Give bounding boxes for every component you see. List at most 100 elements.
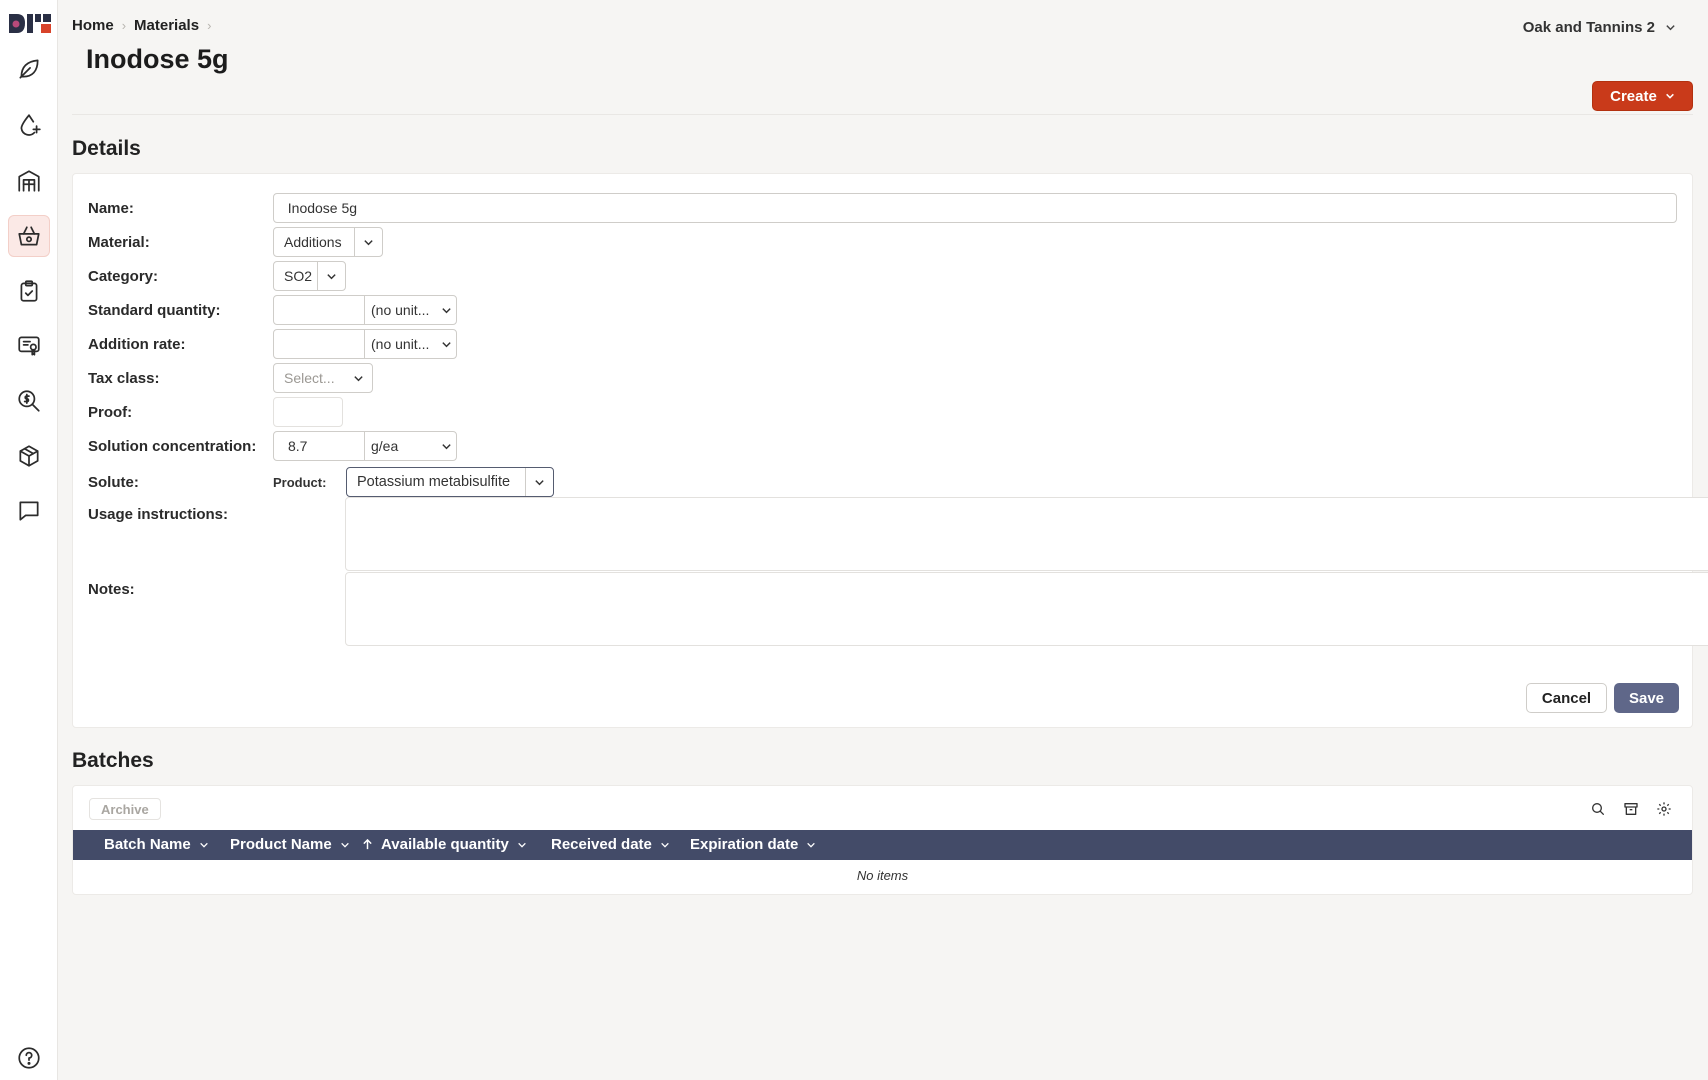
category-label: Category: xyxy=(88,267,159,285)
addition-rate-row: Addition rate: (no unit... xyxy=(88,329,1677,359)
solution-concentration-combo: 8.7 g/ea xyxy=(273,431,457,461)
column-received-date[interactable]: Received date xyxy=(551,836,670,853)
solution-concentration-input[interactable]: 8.7 xyxy=(273,431,365,461)
name-row: Name: Inodose 5g xyxy=(88,193,1677,223)
solution-concentration-unit-select[interactable]: g/ea xyxy=(364,431,457,461)
tax-class-label: Tax class: xyxy=(88,369,160,387)
nav-messages[interactable] xyxy=(8,490,50,532)
nav-materials[interactable] xyxy=(8,215,50,257)
breadcrumb: Home › Materials › xyxy=(72,17,211,34)
nav-tasks[interactable] xyxy=(8,270,50,312)
basket-icon xyxy=(18,226,40,246)
chevron-down-icon xyxy=(525,468,553,496)
material-value: Additions xyxy=(284,234,342,250)
solution-concentration-row: Solution concentration: 8.7 g/ea xyxy=(88,431,1677,461)
notes-label: Notes: xyxy=(88,581,135,598)
chevron-down-icon xyxy=(436,432,456,460)
batches-table-header: Batch Name Product Name Available quanti… xyxy=(73,830,1692,860)
column-expiration-date[interactable]: Expiration date xyxy=(690,836,816,853)
chevron-down-icon xyxy=(340,842,349,848)
nav-inventory[interactable] xyxy=(8,435,50,477)
cancel-button[interactable]: Cancel xyxy=(1526,683,1607,713)
material-row: Material: Additions xyxy=(88,227,1677,257)
empty-state: No items xyxy=(856,868,909,883)
app-logo[interactable] xyxy=(9,12,53,36)
tax-class-placeholder: Select... xyxy=(284,370,335,386)
certificate-icon xyxy=(18,336,40,356)
column-available-quantity[interactable]: Available quantity xyxy=(362,836,527,853)
chevron-down-icon xyxy=(518,842,526,848)
column-batch-name[interactable]: Batch Name xyxy=(104,836,209,853)
column-batch-name-label: Batch Name xyxy=(104,836,191,853)
standard-quantity-unit: (no unit... xyxy=(371,302,430,318)
notes-textarea[interactable] xyxy=(345,572,1708,646)
chevron-down-icon xyxy=(807,842,816,848)
org-switcher[interactable]: Oak and Tannins 2 xyxy=(1523,19,1676,36)
category-value: SO2 xyxy=(284,268,313,284)
standard-quantity-input[interactable] xyxy=(273,295,365,325)
solution-concentration-label: Solution concentration: xyxy=(88,437,257,455)
sidebar xyxy=(0,0,58,1080)
standard-quantity-combo: (no unit... xyxy=(273,295,457,325)
solute-row: Solute: Product: Potassium metabisulfite xyxy=(88,467,1677,497)
nav-help[interactable] xyxy=(8,1037,50,1079)
page-title: Inodose 5g xyxy=(86,44,229,74)
details-title: Details xyxy=(72,137,141,160)
addition-rate-unit-select[interactable]: (no unit... xyxy=(364,329,457,359)
category-select[interactable]: SO2 xyxy=(273,261,346,291)
material-label: Material: xyxy=(88,233,150,251)
proof-input[interactable] xyxy=(273,397,343,427)
header-divider xyxy=(72,114,1693,115)
material-select[interactable]: Additions xyxy=(273,227,383,257)
chevron-down-icon xyxy=(436,296,456,324)
solute-product-value: Potassium metabisulfite xyxy=(357,474,511,490)
chevron-down-icon xyxy=(436,330,456,358)
name-label: Name: xyxy=(88,199,134,217)
breadcrumb-home[interactable]: Home xyxy=(72,17,114,34)
nav-compliance[interactable] xyxy=(8,325,50,367)
category-row: Category: SO2 xyxy=(88,261,1677,291)
proof-label: Proof: xyxy=(88,403,133,421)
name-input[interactable]: Inodose 5g xyxy=(272,193,1677,223)
create-button-label: Create xyxy=(1610,87,1657,105)
standard-quantity-label: Standard quantity: xyxy=(88,301,221,319)
chevron-down-icon xyxy=(344,364,372,392)
solute-product-select[interactable]: Potassium metabisulfite xyxy=(346,467,554,497)
nav-costing[interactable] xyxy=(8,380,50,422)
chevron-right-icon: › xyxy=(207,18,212,33)
chevron-right-icon: › xyxy=(121,18,127,33)
addition-rate-unit: (no unit... xyxy=(371,336,430,352)
save-button[interactable]: Save xyxy=(1614,683,1679,713)
usage-instructions-label: Usage instructions: xyxy=(88,506,229,523)
nav-production[interactable] xyxy=(8,104,50,146)
column-expiration-date-label: Expiration date xyxy=(690,836,799,853)
addition-rate-input[interactable] xyxy=(273,329,365,359)
archive-button[interactable]: Archive xyxy=(89,798,161,820)
chevron-down-icon xyxy=(1665,93,1674,99)
addition-rate-label: Addition rate: xyxy=(88,335,186,353)
standard-quantity-unit-select[interactable]: (no unit... xyxy=(364,295,457,325)
breadcrumb-materials[interactable]: Materials xyxy=(134,17,199,34)
column-received-date-label: Received date xyxy=(551,836,652,853)
package-icon xyxy=(19,445,39,467)
nav-facility[interactable] xyxy=(8,160,50,202)
tax-class-select[interactable]: Select... xyxy=(273,363,373,393)
column-product-name[interactable]: Product Name xyxy=(230,836,350,853)
archive-toggle-button[interactable] xyxy=(1619,797,1643,821)
chevron-down-icon xyxy=(661,842,669,848)
create-button[interactable]: Create xyxy=(1592,81,1693,111)
search-button[interactable] xyxy=(1586,797,1610,821)
arrow-up-icon xyxy=(363,839,372,850)
settings-button[interactable] xyxy=(1652,797,1676,821)
chevron-down-icon xyxy=(199,842,208,848)
warehouse-icon xyxy=(18,170,40,192)
nav-vineyard[interactable] xyxy=(8,48,50,90)
search-dollar-icon xyxy=(18,390,40,412)
column-product-name-label: Product Name xyxy=(230,836,332,853)
solute-label: Solute: xyxy=(88,473,139,491)
batches-card: Archive Batch Name Product Name Availabl… xyxy=(72,785,1693,895)
leaf-icon xyxy=(19,59,39,79)
chevron-down-icon xyxy=(1666,25,1675,31)
usage-instructions-textarea[interactable] xyxy=(345,497,1708,571)
droplet-icon xyxy=(20,114,41,136)
